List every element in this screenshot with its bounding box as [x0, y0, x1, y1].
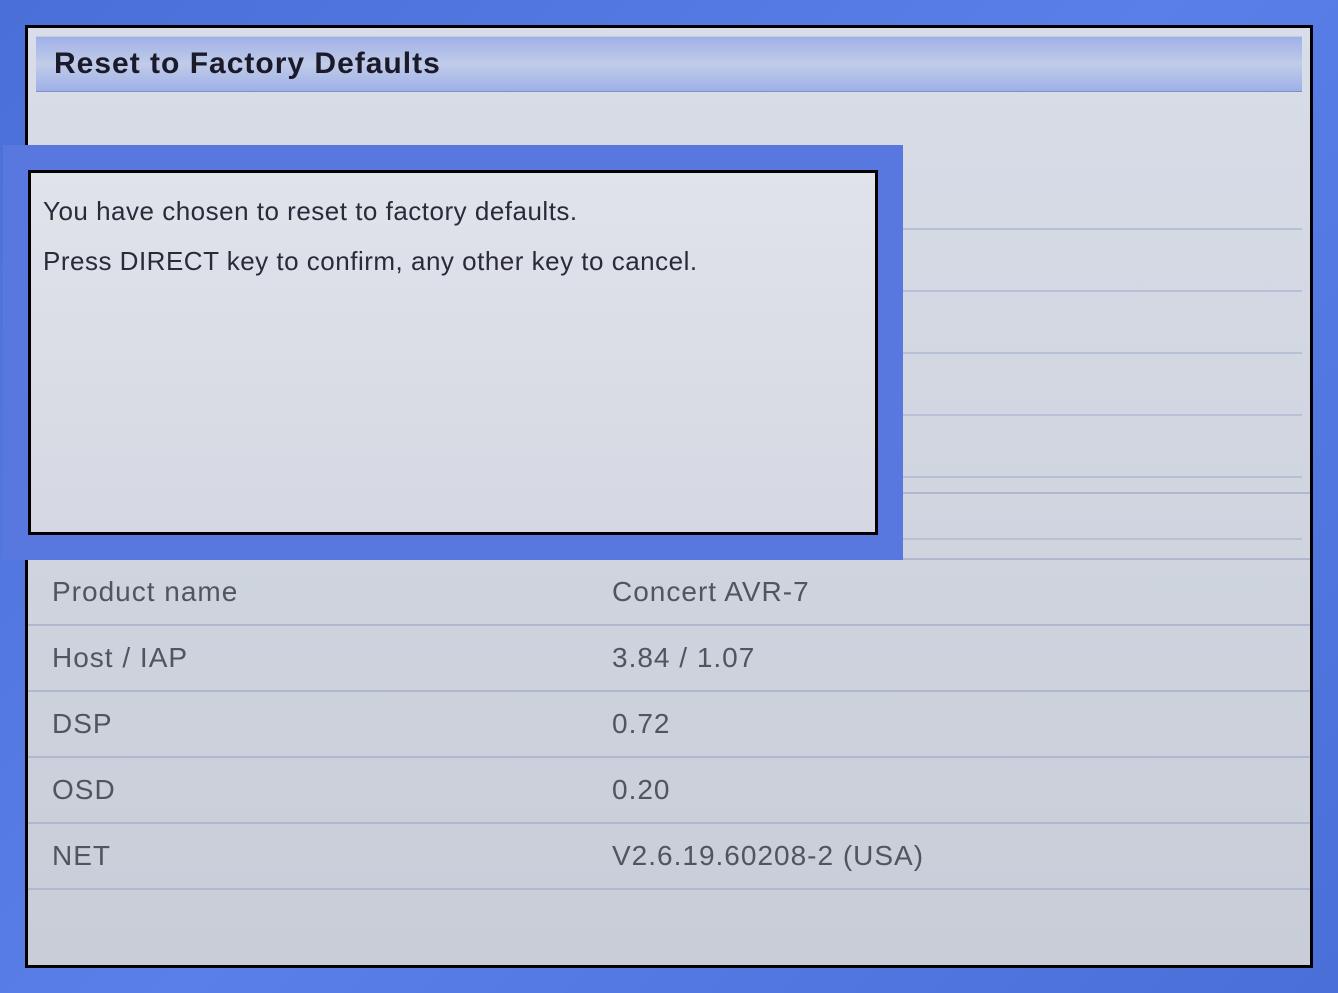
info-value-host-iap: 3.84 / 1.07: [612, 642, 755, 674]
info-value-net: V2.6.19.60208-2 (USA): [612, 840, 924, 872]
main-panel: Reset to Factory Defaults Shut down code…: [25, 25, 1313, 968]
info-row-host-iap: Host / IAP 3.84 / 1.07: [28, 626, 1310, 692]
confirmation-dialog-overlay: You have chosen to reset to factory defa…: [3, 145, 903, 560]
info-label-dsp: DSP: [52, 708, 612, 740]
info-row-product-name: Product name Concert AVR-7: [28, 560, 1310, 626]
info-row-net: NET V2.6.19.60208-2 (USA): [28, 824, 1310, 890]
info-value-osd: 0.20: [612, 774, 671, 806]
page-title: Reset to Factory Defaults: [54, 47, 1284, 81]
info-label-host-iap: Host / IAP: [52, 642, 612, 674]
info-value-product-name: Concert AVR-7: [612, 576, 810, 608]
info-label-osd: OSD: [52, 774, 612, 806]
dialog-line-1: You have chosen to reset to factory defa…: [43, 191, 863, 233]
dialog-message: You have chosen to reset to factory defa…: [43, 191, 863, 282]
dialog-line-2: Press DIRECT key to confirm, any other k…: [43, 241, 863, 283]
info-row-osd: OSD 0.20: [28, 758, 1310, 824]
info-row-dsp: DSP 0.72: [28, 692, 1310, 758]
info-value-dsp: 0.72: [612, 708, 671, 740]
info-label-net: NET: [52, 840, 612, 872]
confirmation-dialog[interactable]: You have chosen to reset to factory defa…: [28, 170, 878, 535]
title-bar: Reset to Factory Defaults: [36, 36, 1302, 92]
info-label-product-name: Product name: [52, 576, 612, 608]
